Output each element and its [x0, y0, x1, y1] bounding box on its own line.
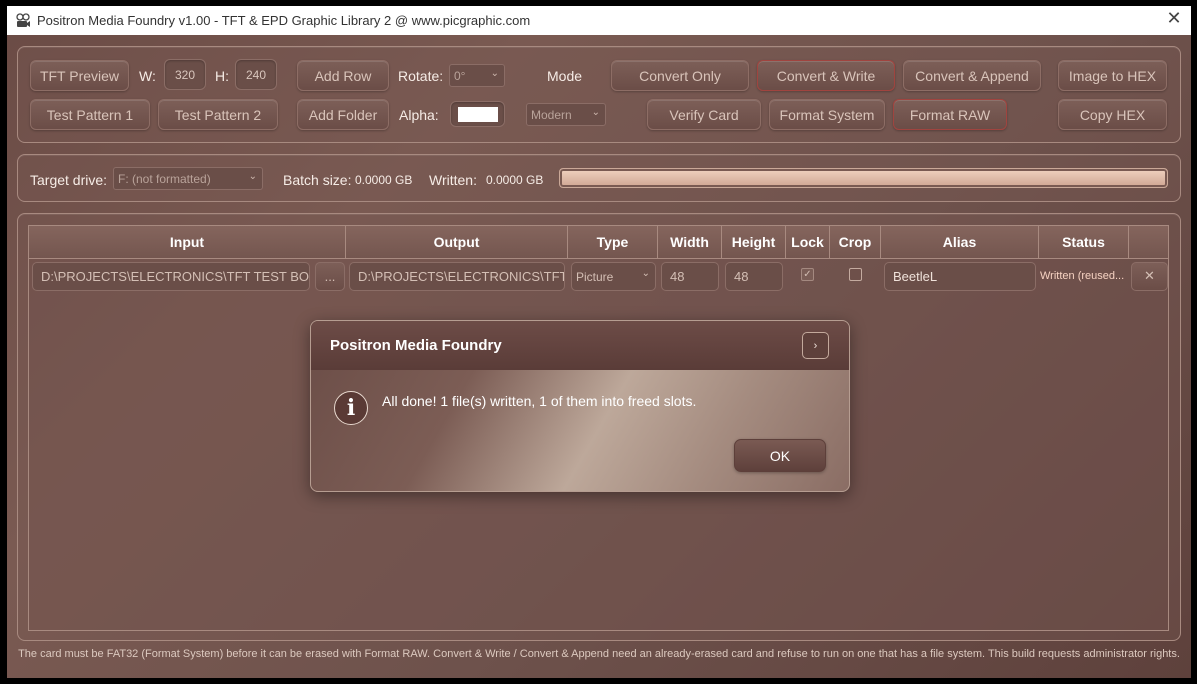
width-cell-input[interactable]: 48: [661, 262, 719, 291]
height-label: H:: [215, 68, 229, 84]
column-header-alias[interactable]: Alias: [881, 226, 1039, 259]
dialog-title: Positron Media Foundry: [311, 321, 849, 370]
mode-label: Mode: [547, 68, 583, 84]
column-header-height[interactable]: Height: [722, 226, 786, 259]
alias-input[interactable]: BeetleL: [884, 262, 1036, 291]
status-text: Written (reused...: [1040, 270, 1125, 282]
written-value: 0.0000 GB: [486, 173, 544, 187]
target-drive-label: Target drive:: [30, 172, 108, 188]
column-header-remove: [1129, 226, 1168, 259]
rotate-select[interactable]: 0° ⌄: [449, 64, 505, 87]
verify-card-button[interactable]: Verify Card: [647, 99, 761, 130]
rotate-value: 0°: [454, 68, 466, 83]
input-path-field[interactable]: D:\PROJECTS\ELECTRONICS\TFT TEST BOARD\: [32, 262, 310, 291]
remove-row-button[interactable]: ✕: [1131, 262, 1168, 291]
format-system-button[interactable]: Format System: [769, 99, 885, 130]
mode-select[interactable]: Modern ⌄: [526, 103, 606, 126]
crop-checkbox[interactable]: [849, 268, 862, 281]
rotate-label: Rotate:: [398, 68, 444, 84]
tft-preview-button[interactable]: TFT Preview: [30, 60, 129, 91]
footer-hint: The card must be FAT32 (Format System) b…: [18, 648, 1180, 660]
chevron-down-icon: ⌄: [490, 68, 499, 79]
written-label: Written:: [429, 172, 477, 188]
column-header-type[interactable]: Type: [568, 226, 658, 259]
height-input[interactable]: 240: [235, 59, 277, 90]
column-header-crop[interactable]: Crop: [830, 226, 881, 259]
completion-dialog: Positron Media Foundry › i All done! 1 f…: [310, 320, 850, 492]
convert-write-button[interactable]: Convert & Write: [757, 60, 895, 91]
alpha-label: Alpha:: [399, 107, 439, 123]
test-pattern-2-button[interactable]: Test Pattern 2: [158, 99, 278, 130]
copy-hex-button[interactable]: Copy HEX: [1058, 99, 1167, 130]
alpha-color-swatch: [457, 106, 498, 122]
width-label: W:: [139, 68, 156, 84]
test-pattern-1-button[interactable]: Test Pattern 1: [30, 99, 150, 130]
target-drive-select[interactable]: F: (not formatted) ⌄: [113, 167, 263, 190]
column-header-lock[interactable]: Lock: [786, 226, 830, 259]
dialog-collapse-button[interactable]: ›: [802, 332, 829, 359]
dialog-message: All done! 1 file(s) written, 1 of them i…: [382, 393, 697, 409]
title-bar: Positron Media Foundry v1.00 - TFT & EPD…: [7, 6, 1191, 35]
type-value: Picture: [576, 269, 614, 284]
column-header-output[interactable]: Output: [346, 226, 568, 259]
convert-append-button[interactable]: Convert & Append: [903, 60, 1041, 91]
batch-size-label: Batch size:: [283, 172, 352, 188]
convert-only-button[interactable]: Convert Only: [611, 60, 749, 91]
write-progress-bar: [559, 168, 1168, 188]
column-header-input[interactable]: Input: [29, 226, 346, 259]
ok-button[interactable]: OK: [734, 439, 826, 472]
film-camera-icon: [15, 12, 31, 29]
image-to-hex-button[interactable]: Image to HEX: [1058, 60, 1167, 91]
chevron-down-icon: ⌄: [591, 107, 600, 118]
height-cell-input[interactable]: 48: [725, 262, 783, 291]
browse-input-button[interactable]: ...: [315, 262, 345, 291]
lock-checkbox[interactable]: ✓: [801, 268, 814, 281]
close-icon[interactable]: ✕: [1165, 10, 1183, 29]
window-title: Positron Media Foundry v1.00 - TFT & EPD…: [37, 13, 531, 28]
type-select[interactable]: Picture ⌄: [571, 262, 656, 291]
alpha-color-picker[interactable]: [450, 101, 505, 127]
column-header-width[interactable]: Width: [658, 226, 722, 259]
width-input[interactable]: 320: [164, 59, 206, 90]
target-drive-value: F: (not formatted): [118, 171, 211, 186]
chevron-down-icon: ⌄: [248, 171, 257, 182]
info-icon: i: [334, 391, 368, 425]
output-path-field[interactable]: D:\PROJECTS\ELECTRONICS\TFT TE: [349, 262, 565, 291]
format-raw-button[interactable]: Format RAW: [893, 99, 1007, 130]
batch-size-value: 0.0000 GB: [355, 173, 413, 187]
add-row-button[interactable]: Add Row: [297, 60, 389, 91]
mode-value: Modern: [531, 107, 572, 122]
chevron-down-icon: ⌄: [641, 268, 650, 279]
column-header-status[interactable]: Status: [1039, 226, 1129, 259]
add-folder-button[interactable]: Add Folder: [297, 99, 389, 130]
